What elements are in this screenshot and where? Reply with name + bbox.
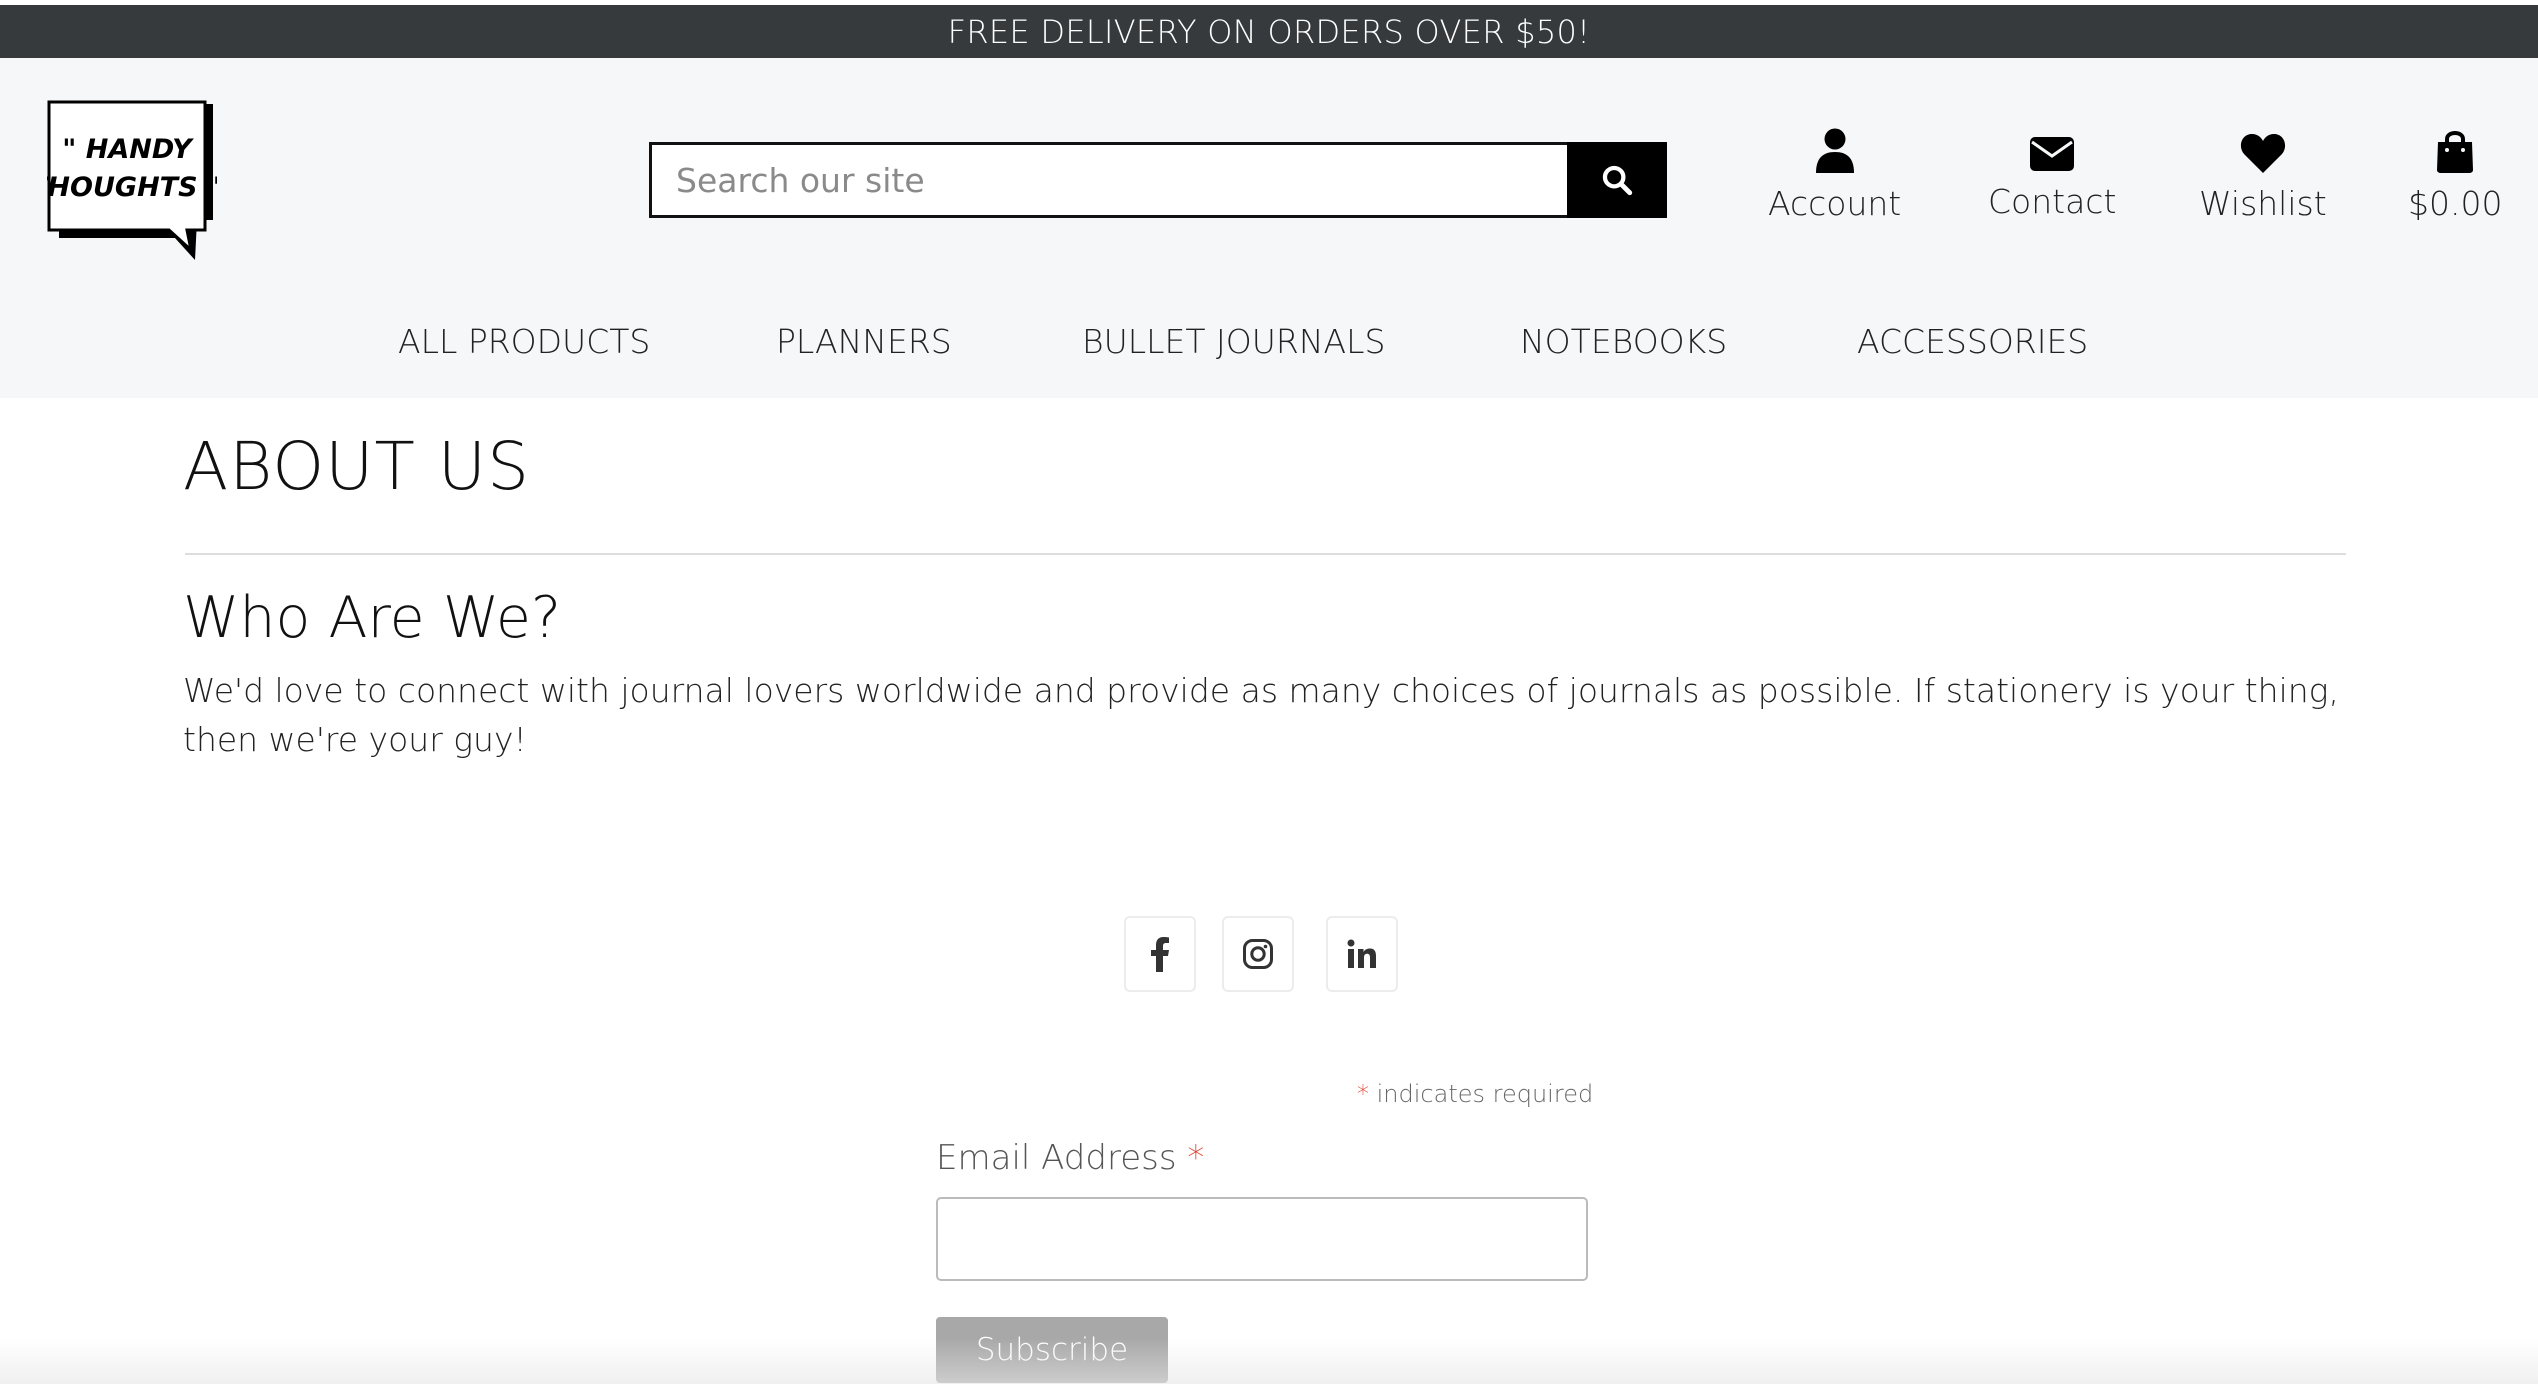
instagram-link[interactable]	[1222, 916, 1294, 992]
contact-link[interactable]: Contact	[1988, 128, 2116, 221]
nav-bullet-journals[interactable]: BULLET JOURNALS	[1082, 322, 1385, 361]
wishlist-link[interactable]: Wishlist	[2199, 128, 2327, 223]
email-label: Email Address *	[936, 1138, 1204, 1178]
search-icon	[1602, 165, 1633, 196]
account-link[interactable]: Account	[1768, 128, 1901, 223]
email-field[interactable]	[936, 1197, 1588, 1281]
wishlist-label: Wishlist	[2199, 184, 2327, 223]
linkedin-icon	[1347, 939, 1376, 968]
facebook-icon	[1151, 937, 1169, 972]
handy-thoughts-logo[interactable]: " HANDY THOUGHTS "	[47, 100, 217, 265]
logo-text-line2: THOUGHTS "	[47, 172, 217, 203]
heart-icon	[2240, 133, 2285, 173]
required-star: *	[1357, 1080, 1369, 1108]
nav-planners[interactable]: PLANNERS	[776, 322, 952, 361]
section-heading: Who Are We?	[183, 585, 562, 651]
required-note: * indicates required	[1357, 1080, 1593, 1108]
email-label-text: Email Address	[936, 1138, 1177, 1178]
required-note-text: indicates required	[1376, 1080, 1594, 1108]
account-label: Account	[1768, 184, 1902, 223]
search-button[interactable]	[1567, 142, 1667, 218]
cart-total: $0.00	[2408, 184, 2503, 223]
main-nav: ALL PRODUCTS PLANNERS BULLET JOURNALS NO…	[0, 322, 2538, 368]
contact-label: Contact	[1988, 182, 2117, 221]
nav-accessories[interactable]: ACCESSORIES	[1857, 322, 2088, 361]
cart-link[interactable]: $0.00	[2408, 128, 2502, 223]
nav-all-products[interactable]: ALL PRODUCTS	[398, 322, 650, 361]
announcement-bar: FREE DELIVERY ON ORDERS OVER $50!	[0, 5, 2538, 58]
bottom-fade	[0, 1338, 2538, 1384]
title-divider	[185, 553, 2346, 555]
search-input[interactable]	[649, 142, 1567, 218]
facebook-link[interactable]	[1124, 916, 1196, 992]
section-text: We'd love to connect with journal lovers…	[183, 671, 2339, 759]
instagram-icon	[1243, 939, 1273, 969]
email-required-star: *	[1187, 1138, 1205, 1178]
logo-text-line1: " HANDY	[62, 134, 194, 165]
subscribe-button[interactable]: Subscribe	[936, 1317, 1168, 1383]
announcement-text: FREE DELIVERY ON ORDERS OVER $50!	[947, 12, 1591, 51]
envelope-icon	[2030, 137, 2075, 171]
shopping-bag-icon	[2437, 131, 2474, 173]
search-bar	[649, 142, 1667, 218]
page-title: ABOUT US	[183, 428, 530, 505]
linkedin-link[interactable]	[1326, 916, 1398, 992]
nav-notebooks[interactable]: NOTEBOOKS	[1520, 322, 1727, 361]
user-icon	[1815, 128, 1854, 173]
